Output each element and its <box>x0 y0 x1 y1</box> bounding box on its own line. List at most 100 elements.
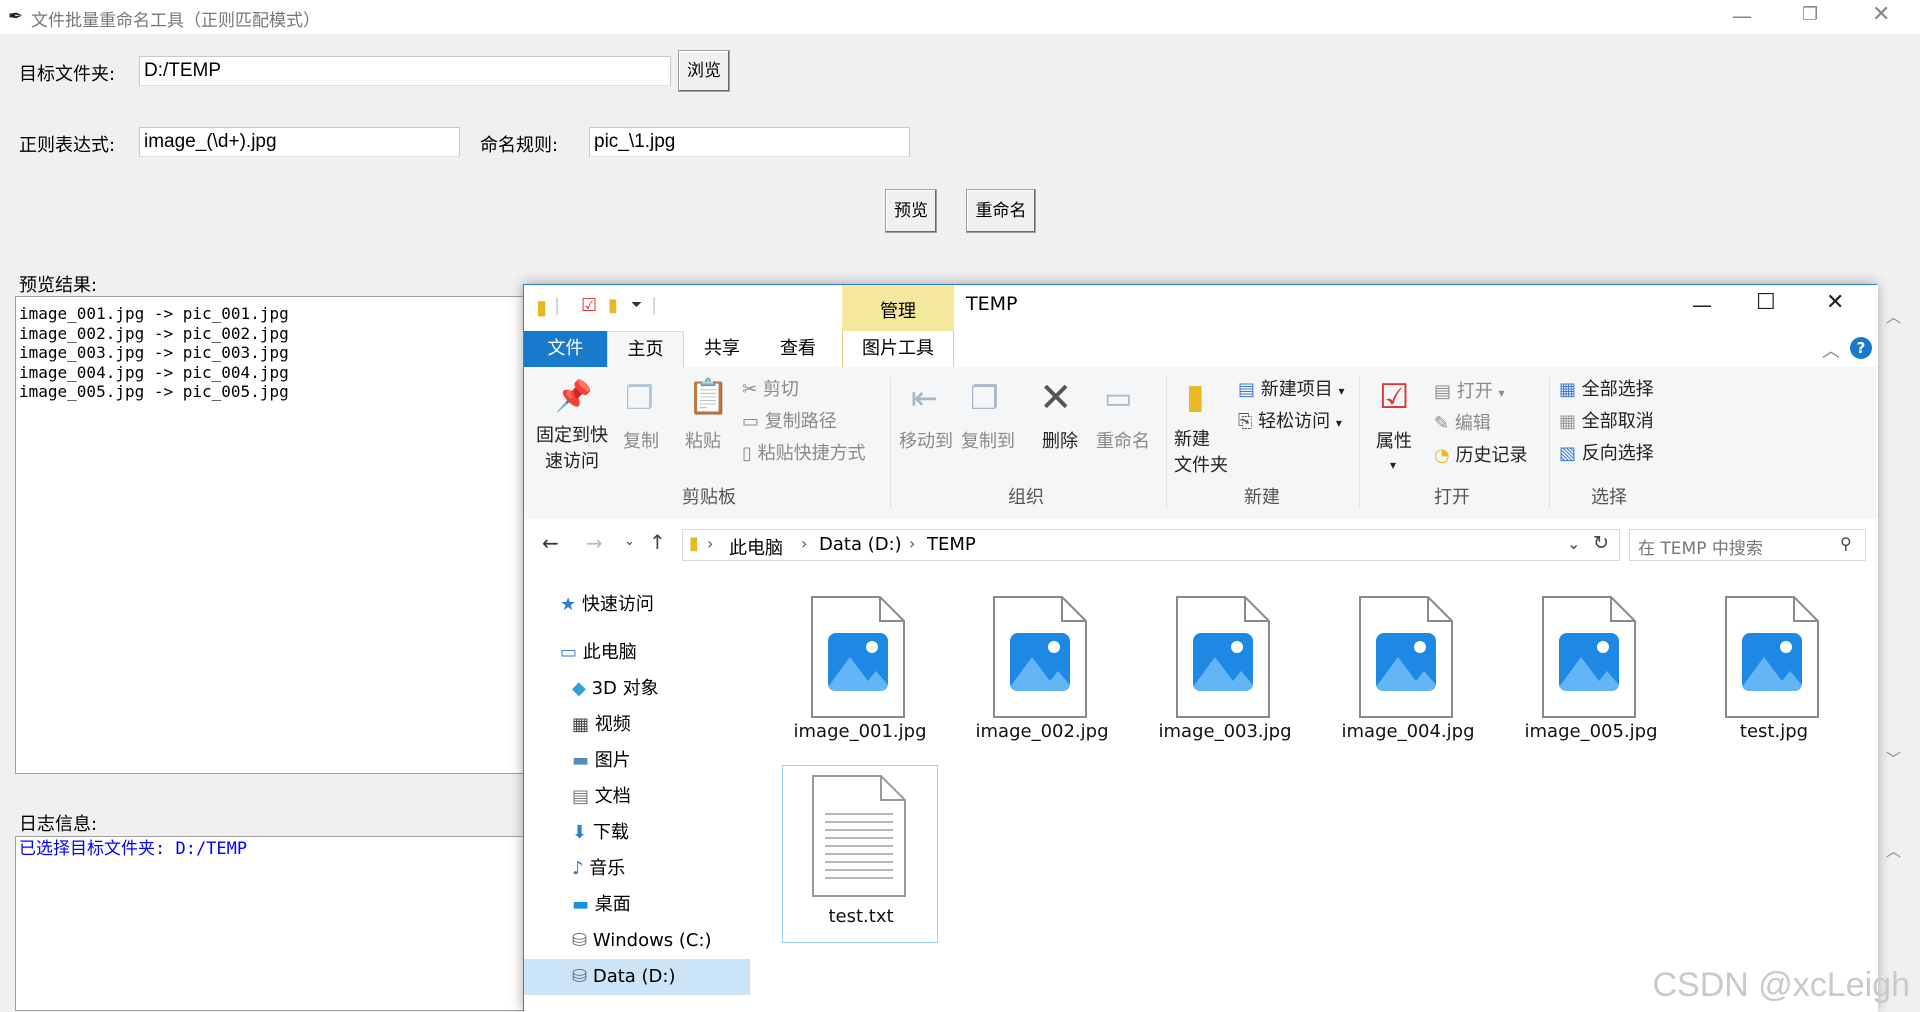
group-separator <box>1166 377 1167 509</box>
collapse-ribbon-icon[interactable]: ︿ <box>1822 337 1840 363</box>
select-none-button[interactable]: ▦ 全部取消 <box>1559 407 1654 433</box>
minimize-icon[interactable]: — <box>1732 4 1752 28</box>
easy-access-button[interactable]: ⎘ 轻松访问 ▾ <box>1238 407 1342 433</box>
copy-button[interactable]: 复制 <box>623 427 659 453</box>
file-item[interactable]: test.jpg <box>1696 587 1852 757</box>
new-folder-quick-icon[interactable]: ▮ <box>608 295 618 316</box>
preview-button[interactable]: 预览 <box>885 189 937 233</box>
easy-access-label: 轻松访问 <box>1258 411 1331 432</box>
breadcrumb-temp[interactable]: TEMP <box>927 534 976 555</box>
search-input[interactable]: 在 TEMP 中搜索 ⚲ <box>1629 529 1866 561</box>
tab-share[interactable]: 共享 <box>684 331 760 367</box>
log-textbox[interactable]: 已选择目标文件夹: D:/TEMP <box>15 836 530 1011</box>
browse-button[interactable]: 浏览 <box>678 50 730 92</box>
chevron-down-icon[interactable]: ⌄ <box>1567 534 1580 553</box>
tab-view[interactable]: 查看 <box>760 331 836 367</box>
properties-quick-icon[interactable]: ☑ <box>581 295 597 316</box>
file-name: image_003.jpg <box>1158 721 1292 742</box>
open-button[interactable]: ▤ 打开 ▾ <box>1434 377 1505 403</box>
target-folder-input[interactable]: D:/TEMP <box>139 56 671 86</box>
customize-quick-access-icon[interactable]: ⏷ <box>631 297 642 313</box>
pin-to-quick-access-button[interactable]: 固定到快 速访问 <box>536 423 608 475</box>
new-item-label: 新建项目 <box>1260 379 1333 400</box>
copy-path-button[interactable]: ▭ 复制路径 <box>742 407 837 433</box>
scroll-down-icon[interactable]: ﹀ <box>1886 748 1901 769</box>
nav-music[interactable]: ♪ 音乐 <box>572 851 625 887</box>
nav-3d-objects[interactable]: ◆ 3D 对象 <box>572 671 659 707</box>
dropdown-arrow-icon: ▾ <box>1335 416 1342 430</box>
scroll-up-icon[interactable]: ︿ <box>1886 306 1901 327</box>
nav-pictures[interactable]: ▬ 图片 <box>572 743 631 779</box>
file-item[interactable]: image_004.jpg <box>1330 587 1486 757</box>
nav-quick-access[interactable]: ★ 快速访问 <box>560 587 654 623</box>
regex-input[interactable]: image_(\d+).jpg <box>139 127 460 157</box>
folder-icon: ▮ <box>689 533 699 554</box>
rename-button[interactable]: 重命名 <box>966 189 1036 233</box>
nav-downloads[interactable]: ⬇ 下载 <box>572 815 629 851</box>
new-folder-button[interactable]: 新建 文件夹 <box>1174 427 1228 479</box>
nav-documents[interactable]: ▤ 文档 <box>572 779 631 815</box>
edit-button[interactable]: ✎ 编辑 <box>1434 409 1491 435</box>
restore-icon[interactable]: ❐ <box>1802 4 1818 25</box>
group-separator <box>1359 377 1360 509</box>
file-item[interactable]: image_002.jpg <box>964 587 1120 757</box>
nav-desktop[interactable]: ▬ 桌面 <box>572 887 631 923</box>
history-button[interactable]: ◔ 历史记录 <box>1434 441 1527 467</box>
file-item[interactable]: image_005.jpg <box>1513 587 1669 757</box>
address-row: ← → ⌄ ↑ ▮ › 此电脑 › Data (D:) › TEMP ⌄ ↻ 在… <box>524 519 1878 573</box>
properties-button[interactable]: 属性 ▾ <box>1376 427 1412 474</box>
help-icon[interactable]: ? <box>1850 337 1872 359</box>
nav-videos[interactable]: ▦ 视频 <box>572 707 631 743</box>
nav-drive-c[interactable]: ⛁ Windows (C:) <box>572 923 712 959</box>
minimize-icon[interactable]: — <box>1692 293 1712 317</box>
select-group-label: 选择 <box>1591 487 1627 508</box>
paste-shortcut-button[interactable]: ▯ 粘贴快捷方式 <box>742 439 866 465</box>
recent-locations-icon[interactable]: ⌄ <box>624 534 635 549</box>
log-scroll-up-icon[interactable]: ︿ <box>1886 840 1901 861</box>
refresh-icon[interactable]: ↻ <box>1593 532 1609 554</box>
open-icon: ▤ <box>1434 381 1452 402</box>
nav-drive-d[interactable]: ⛁ Data (D:) <box>572 959 676 995</box>
address-bar[interactable]: ▮ › 此电脑 › Data (D:) › TEMP ⌄ ↻ <box>682 529 1620 561</box>
chevron-right-icon: › <box>801 534 808 553</box>
cut-button[interactable]: ✂ 剪切 <box>742 375 799 401</box>
select-all-button[interactable]: ▦ 全部选择 <box>1559 375 1654 401</box>
copy-to-button[interactable]: 复制到 <box>961 427 1015 453</box>
image-file-icon <box>993 596 1087 718</box>
breadcrumb-this-pc[interactable]: 此电脑 <box>729 534 783 560</box>
rename-rule-input[interactable]: pic_\1.jpg <box>589 127 910 157</box>
tab-file[interactable]: 文件 <box>524 331 607 367</box>
pin-label-line2: 速访问 <box>545 451 599 472</box>
move-to-button[interactable]: 移动到 <box>899 427 953 453</box>
file-explorer-window: ▮ | ☑ ▮ ⏷ | 管理 TEMP — ☐ ✕ 文件 主页 共享 查看 图片… <box>523 284 1878 1012</box>
image-file-icon <box>1359 596 1453 718</box>
tab-home[interactable]: 主页 <box>607 331 684 367</box>
up-icon[interactable]: ↑ <box>649 530 666 554</box>
rename-ribbon-button[interactable]: 重命名 <box>1096 427 1150 453</box>
file-item[interactable]: test.txt <box>782 765 938 943</box>
forward-icon[interactable]: → <box>586 531 603 555</box>
picture-icon: ▬ <box>572 750 590 771</box>
chevron-right-icon: › <box>909 534 916 553</box>
delete-button[interactable]: 删除 <box>1042 427 1078 453</box>
preview-textbox[interactable]: image_001.jpg -> pic_001.jpg image_002.j… <box>15 296 530 774</box>
paste-button[interactable]: 粘贴 <box>685 427 721 453</box>
nav-this-pc[interactable]: ▭ 此电脑 <box>560 635 637 671</box>
close-icon[interactable]: ✕ <box>1826 290 1844 315</box>
new-item-button[interactable]: ▤ 新建项目 ▾ <box>1238 375 1345 401</box>
preview-line: image_005.jpg -> pic_005.jpg <box>19 382 289 401</box>
maximize-icon[interactable]: ☐ <box>1756 290 1776 315</box>
back-icon[interactable]: ← <box>542 531 559 555</box>
invert-selection-button[interactable]: ▧ 反向选择 <box>1559 439 1654 465</box>
tab-picture-tools[interactable]: 图片工具 <box>842 331 954 367</box>
manage-tab-header[interactable]: 管理 <box>842 285 954 331</box>
log-label: 日志信息: <box>19 814 98 835</box>
file-item[interactable]: image_003.jpg <box>1147 587 1303 757</box>
breadcrumb-drive-d[interactable]: Data (D:) <box>819 534 902 555</box>
app-titlebar: ✒ 文件批量重命名工具（正则匹配模式） — ❐ ✕ <box>0 0 1920 34</box>
cut-label: 剪切 <box>762 379 799 400</box>
organize-group-label: 组织 <box>1008 487 1044 508</box>
file-item[interactable]: image_001.jpg <box>782 587 938 757</box>
file-name: test.jpg <box>1739 721 1809 742</box>
close-icon[interactable]: ✕ <box>1872 2 1890 27</box>
